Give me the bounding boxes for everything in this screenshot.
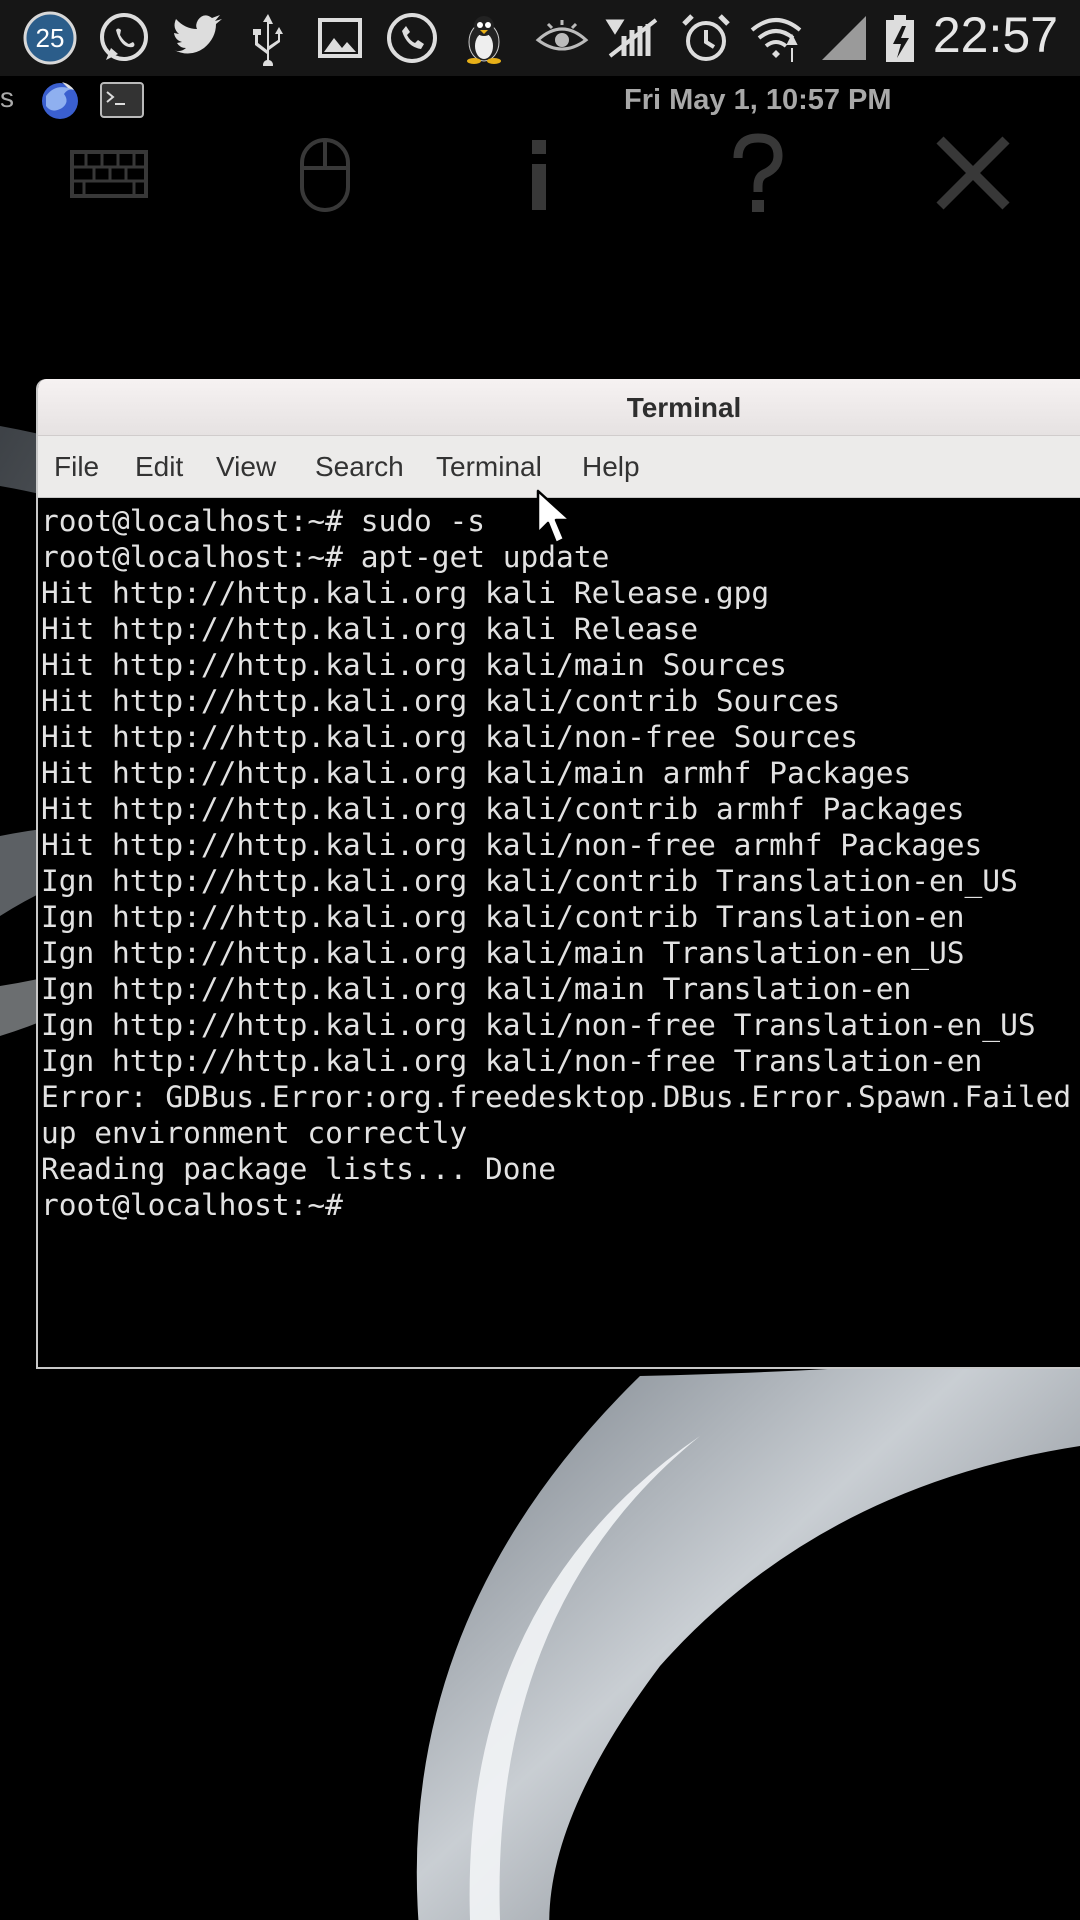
terminal-line: Hit http://http.kali.org kali/contrib ar… xyxy=(41,792,965,826)
panel-edge-label: s xyxy=(0,82,14,113)
panel-clock[interactable]: Fri May 1, 10:57 PM xyxy=(624,84,892,117)
twitter-icon xyxy=(168,10,224,66)
linux-penguin-icon xyxy=(456,10,512,66)
desktop: s Fri May 1, 10:57 PM Terminal File Edit… xyxy=(0,76,1080,1920)
terminal-line: Error: GDBus.Error:org.freedesktop.DBus.… xyxy=(41,1080,1072,1114)
terminal-line: Hit http://http.kali.org kali Release.gp… xyxy=(41,576,770,610)
keyboard-icon[interactable] xyxy=(64,128,154,218)
terminal-line: Hit http://http.kali.org kali/non-free S… xyxy=(41,720,858,754)
menu-file[interactable]: File xyxy=(54,451,99,483)
menu-edit[interactable]: Edit xyxy=(135,451,183,483)
terminal-line: Ign http://http.kali.org kali/contrib Tr… xyxy=(41,900,965,934)
terminal-line: Hit http://http.kali.org kali/main Sourc… xyxy=(41,648,787,682)
terminal-line: Ign http://http.kali.org kali/contrib Tr… xyxy=(41,864,1018,898)
terminal-line: Reading package lists... Done xyxy=(41,1152,557,1186)
terminal-line: Hit http://http.kali.org kali/non-free a… xyxy=(41,828,983,862)
info-icon[interactable] xyxy=(494,128,584,218)
menu-terminal[interactable]: Terminal xyxy=(436,451,542,483)
terminal-line: Ign http://http.kali.org kali/non-free T… xyxy=(41,1008,1036,1042)
top-panel: s Fri May 1, 10:57 PM xyxy=(0,76,1080,128)
phone-icon xyxy=(384,10,440,66)
status-bar: 25 22:57 xyxy=(0,0,1080,76)
iceweasel-icon[interactable] xyxy=(38,78,82,122)
terminal-line: Hit http://http.kali.org kali Release xyxy=(41,612,699,646)
gallery-icon xyxy=(312,10,368,66)
notification-count: 25 xyxy=(36,23,65,53)
notification-count-icon: 25 xyxy=(22,10,78,66)
terminal-launcher-icon[interactable] xyxy=(100,82,144,118)
terminal-text: root@localhost:~# sudo -s root@localhost:… xyxy=(41,503,1071,1223)
menu-search[interactable]: Search xyxy=(315,451,404,483)
window-title: Terminal xyxy=(626,392,742,423)
terminal-line: Ign http://http.kali.org kali/main Trans… xyxy=(41,972,912,1006)
battery-icon xyxy=(872,10,928,66)
terminal-line: Ign http://http.kali.org kali/main Trans… xyxy=(41,936,965,970)
status-clock: 22:57 xyxy=(932,7,1058,63)
terminal-line: up environment correctly xyxy=(41,1116,468,1150)
terminal-line: root@localhost:~# xyxy=(41,1188,361,1222)
signal-icon xyxy=(816,10,872,66)
terminal-line: Hit http://http.kali.org kali/contrib So… xyxy=(41,684,841,718)
menu-view[interactable]: View xyxy=(216,451,276,483)
window-titlebar[interactable]: Terminal xyxy=(38,379,1080,436)
close-icon[interactable] xyxy=(928,128,1018,218)
help-icon[interactable] xyxy=(712,128,802,218)
terminal-output[interactable]: root@localhost:~# sudo -s root@localhost:… xyxy=(38,498,1080,1367)
wifi-icon xyxy=(748,10,804,66)
menu-help[interactable]: Help xyxy=(582,451,640,483)
terminal-line: Ign http://http.kali.org kali/non-free T… xyxy=(41,1044,983,1078)
no-signal-icon xyxy=(604,10,660,66)
mouse-icon[interactable] xyxy=(280,128,370,218)
alarm-icon xyxy=(678,10,734,66)
mouse-pointer-icon xyxy=(536,489,572,545)
eye-icon xyxy=(534,10,590,66)
terminal-line: Hit http://http.kali.org kali/main armhf… xyxy=(41,756,912,790)
usb-icon xyxy=(240,10,296,70)
whatsapp-icon xyxy=(96,10,152,66)
